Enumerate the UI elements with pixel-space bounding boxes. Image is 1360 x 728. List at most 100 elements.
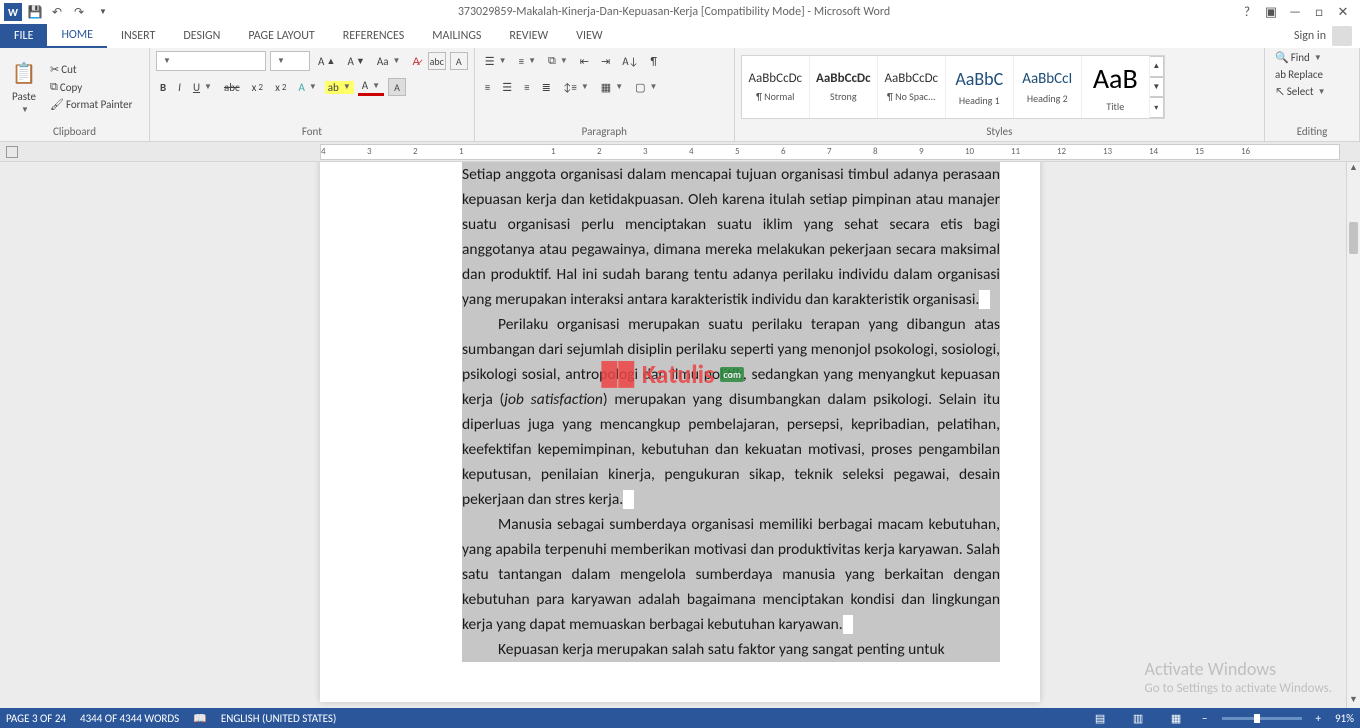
style-item[interactable]: AaBbCcIHeading 2 bbox=[1014, 56, 1082, 118]
borders-button[interactable]: ▢▼ bbox=[631, 80, 661, 95]
style-item[interactable]: AaBbCcDc¶ Normal bbox=[742, 56, 810, 118]
tab-design[interactable]: DESIGN bbox=[169, 24, 234, 48]
align-left-button[interactable]: ≡ bbox=[481, 80, 494, 95]
highlight-button[interactable]: ab▼ bbox=[325, 81, 354, 94]
redo-icon[interactable]: ↷ bbox=[70, 3, 88, 21]
select-button[interactable]: ↖Select▼ bbox=[1271, 84, 1330, 99]
undo-icon[interactable]: ↶ bbox=[48, 3, 66, 21]
page-indicator[interactable]: PAGE 3 OF 24 bbox=[6, 712, 66, 725]
doc-paragraph[interactable]: Kepuasan kerja merupakan salah satu fakt… bbox=[462, 637, 1000, 662]
doc-paragraph[interactable]: Perilaku organisasi merupakan suatu peri… bbox=[462, 312, 1000, 512]
styles-gallery: AaBbCcDc¶ NormalAaBbCcDcStrongAaBbCcDc¶ … bbox=[741, 55, 1165, 119]
font-group-label: Font bbox=[156, 124, 468, 141]
gallery-down-icon[interactable]: ▼ bbox=[1150, 77, 1164, 98]
tab-home[interactable]: HOME bbox=[47, 24, 107, 48]
doc-paragraph[interactable]: Setiap anggota organisasi dalam mencapai… bbox=[462, 162, 1000, 312]
change-case-button[interactable]: Aa▼ bbox=[373, 54, 405, 69]
styles-group-label: Styles bbox=[741, 124, 1258, 141]
gallery-up-icon[interactable]: ▲ bbox=[1150, 56, 1164, 77]
style-item[interactable]: AaBbCHeading 1 bbox=[946, 56, 1014, 118]
scroll-down-icon[interactable]: ▼ bbox=[1347, 694, 1360, 708]
line-spacing-button[interactable]: ↕≡▼ bbox=[559, 80, 593, 95]
italic-button[interactable]: I bbox=[174, 80, 185, 95]
gallery-more-icon[interactable]: ▾ bbox=[1150, 97, 1164, 118]
print-layout-icon[interactable]: ▥ bbox=[1126, 710, 1150, 726]
align-center-button[interactable]: ☰ bbox=[498, 80, 516, 95]
subscript-button[interactable]: x2 bbox=[248, 80, 267, 95]
zoom-thumb[interactable] bbox=[1254, 714, 1260, 723]
char-border-button[interactable]: A bbox=[450, 52, 468, 70]
tab-view[interactable]: VIEW bbox=[562, 24, 616, 48]
maximize-icon[interactable]: □ bbox=[1308, 3, 1330, 21]
horizontal-ruler[interactable]: 432112345678910111213141516 bbox=[320, 144, 1340, 160]
clear-format-button[interactable]: A̷ bbox=[408, 54, 423, 69]
font-family-combo[interactable]: ▼ bbox=[156, 51, 266, 71]
font-color-button[interactable]: A▼ bbox=[358, 78, 384, 96]
style-item[interactable]: AaBbCcDc¶ No Spac... bbox=[878, 56, 946, 118]
editing-group-label: Editing bbox=[1271, 124, 1353, 141]
phonetic-button[interactable]: abc bbox=[428, 52, 446, 70]
format-painter-button[interactable]: 🖌Format Painter bbox=[46, 97, 136, 112]
strike-button[interactable]: abc bbox=[220, 80, 244, 95]
sign-in-button[interactable]: Sign in bbox=[1286, 24, 1360, 48]
word-count[interactable]: 4344 OF 4344 WORDS bbox=[80, 712, 179, 725]
shading-button[interactable]: ▦▼ bbox=[597, 80, 627, 95]
tab-mailings[interactable]: MAILINGS bbox=[418, 24, 495, 48]
decrease-indent-button[interactable]: ⇤ bbox=[576, 54, 593, 69]
multilevel-button[interactable]: ⧉▼ bbox=[544, 53, 572, 69]
scroll-thumb[interactable] bbox=[1349, 222, 1358, 254]
grow-font-button[interactable]: A▲ bbox=[314, 54, 339, 69]
replace-button[interactable]: abReplace bbox=[1271, 67, 1327, 82]
paste-dropdown-icon[interactable]: ▼ bbox=[21, 105, 29, 115]
bullets-button[interactable]: ☰▼ bbox=[481, 54, 511, 69]
shrink-font-button[interactable]: A▼ bbox=[343, 54, 368, 69]
read-mode-icon[interactable]: ▤ bbox=[1088, 710, 1112, 726]
qat-dropdown-icon[interactable]: ▼ bbox=[94, 3, 112, 21]
underline-button[interactable]: U▼ bbox=[189, 80, 216, 95]
superscript-button[interactable]: x2 bbox=[271, 80, 290, 95]
tab-review[interactable]: REVIEW bbox=[495, 24, 562, 48]
language-indicator[interactable]: ENGLISH (UNITED STATES) bbox=[221, 712, 336, 725]
align-right-button[interactable]: ≡ bbox=[520, 80, 533, 95]
vertical-scrollbar[interactable]: ▲ ▼ bbox=[1346, 162, 1360, 708]
web-layout-icon[interactable]: ▦ bbox=[1164, 710, 1188, 726]
show-hide-button[interactable]: ¶ bbox=[647, 54, 661, 69]
document-area[interactable]: Setiap anggota organisasi dalam mencapai… bbox=[0, 162, 1346, 708]
zoom-slider[interactable] bbox=[1222, 717, 1302, 720]
sort-button[interactable]: A↓ bbox=[618, 54, 642, 69]
style-item[interactable]: AaBbCcDcStrong bbox=[810, 56, 878, 118]
bold-button[interactable]: B bbox=[156, 80, 170, 95]
text-effects-button[interactable]: A▼ bbox=[294, 80, 320, 95]
save-icon[interactable]: 💾 bbox=[26, 3, 44, 21]
numbering-button[interactable]: ≡▼ bbox=[515, 54, 540, 69]
tab-file[interactable]: FILE bbox=[0, 24, 47, 48]
scroll-up-icon[interactable]: ▲ bbox=[1347, 162, 1360, 176]
zoom-out-icon[interactable]: − bbox=[1202, 712, 1207, 725]
font-size-combo[interactable]: ▼ bbox=[270, 51, 310, 71]
close-icon[interactable]: ✕ bbox=[1332, 3, 1354, 21]
ribbon-options-icon[interactable]: ▣ bbox=[1260, 3, 1282, 21]
proofing-icon[interactable]: 📖 bbox=[193, 712, 207, 725]
tab-references[interactable]: REFERENCES bbox=[329, 24, 419, 48]
zoom-level[interactable]: 91% bbox=[1335, 712, 1354, 725]
doc-paragraph[interactable]: Manusia sebagai sumberdaya organisasi me… bbox=[462, 512, 1000, 637]
copy-button[interactable]: ⧉Copy bbox=[46, 79, 136, 95]
zoom-in-icon[interactable]: + bbox=[1316, 712, 1321, 725]
tab-insert[interactable]: INSERT bbox=[107, 24, 169, 48]
word-app-icon: W bbox=[4, 3, 22, 21]
replace-icon: ab bbox=[1275, 68, 1286, 81]
cut-button[interactable]: ✂Cut bbox=[46, 62, 136, 77]
char-shading-button[interactable]: A bbox=[388, 78, 406, 96]
tab-page-layout[interactable]: PAGE LAYOUT bbox=[234, 24, 328, 48]
increase-indent-button[interactable]: ⇥ bbox=[597, 54, 614, 69]
help-icon[interactable]: ? bbox=[1236, 3, 1258, 21]
paste-button[interactable]: 📋 Paste ▼ bbox=[6, 58, 42, 117]
find-button[interactable]: 🔍Find▼ bbox=[1271, 50, 1326, 65]
ribbon: 📋 Paste ▼ ✂Cut ⧉Copy 🖌Format Painter Cli… bbox=[0, 48, 1360, 142]
justify-button[interactable]: ≣ bbox=[538, 80, 555, 95]
search-icon: 🔍 bbox=[1275, 51, 1289, 64]
minimize-icon[interactable]: — bbox=[1284, 3, 1306, 21]
status-bar: PAGE 3 OF 24 4344 OF 4344 WORDS 📖 ENGLIS… bbox=[0, 708, 1360, 728]
style-item[interactable]: AaBTitle bbox=[1082, 56, 1150, 118]
tab-selector-icon[interactable] bbox=[6, 146, 18, 158]
